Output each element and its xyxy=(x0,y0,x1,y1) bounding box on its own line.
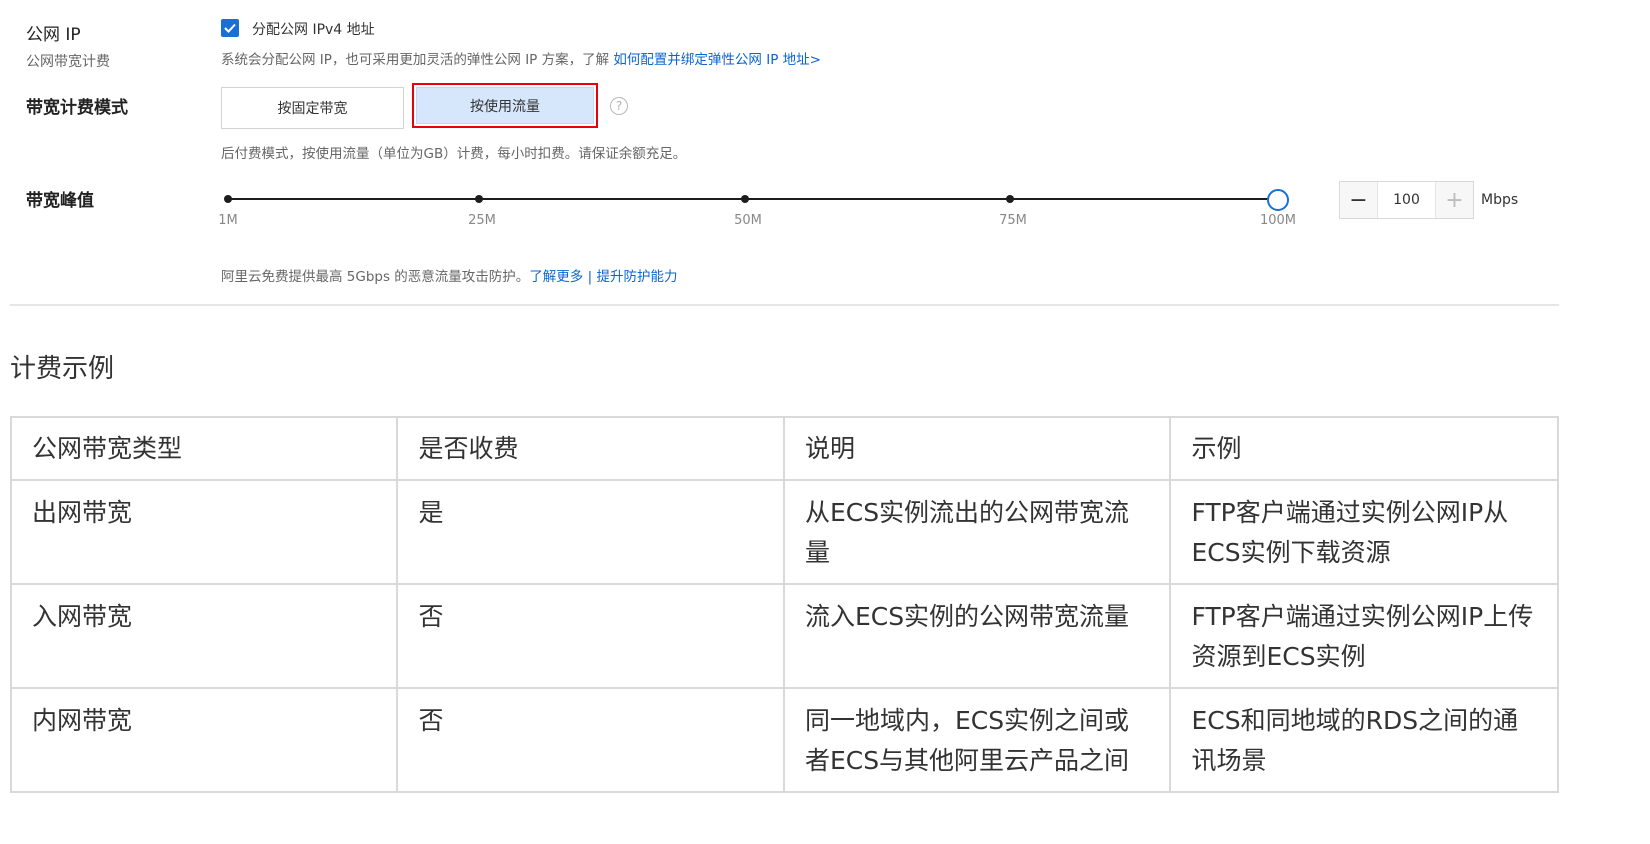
increment-button[interactable]: + xyxy=(1435,182,1473,218)
table-row: 出网带宽 是 从ECS实例流出的公网带宽流量 FTP客户端通过实例公网IP从EC… xyxy=(9,479,1559,585)
public-ip-label: 公网 IP xyxy=(26,25,81,45)
table-cell: FTP客户端通过实例公网IP从ECS实例下载资源 xyxy=(1169,479,1559,585)
bandwidth-stepper: − 100 + xyxy=(1339,181,1474,219)
slider-tick-1m xyxy=(224,195,232,203)
table-row: 内网带宽 否 同一地域内，ECS实例之间或者ECS与其他阿里云产品之间 ECS和… xyxy=(9,687,1559,793)
table-row: 入网带宽 否 流入ECS实例的公网带宽流量 FTP客户端通过实例公网IP上传资源… xyxy=(9,583,1559,689)
header-example: 示例 xyxy=(1169,416,1559,481)
tick-label-100m: 100M xyxy=(1259,213,1297,228)
slider-tick-25m xyxy=(475,195,483,203)
bandwidth-value-input[interactable]: 100 xyxy=(1378,182,1435,218)
upgrade-protection-link[interactable]: 提升防护能力 xyxy=(596,269,677,285)
ddos-protection-note: 阿里云免费提供最高 5Gbps 的恶意流量攻击防护。了解更多 | 提升防护能力 xyxy=(221,265,677,285)
tick-label-75m: 75M xyxy=(999,213,1027,228)
bandwidth-unit: Mbps xyxy=(1481,192,1519,208)
table-header-row: 公网带宽类型 是否收费 说明 示例 xyxy=(9,416,1559,481)
assign-ipv4-checkbox[interactable] xyxy=(221,19,239,37)
billing-example-table: 公网带宽类型 是否收费 说明 示例 出网带宽 是 从ECS实例流出的公网带宽流量… xyxy=(9,416,1559,793)
public-ip-sub-label: 公网带宽计费 xyxy=(26,54,110,70)
configure-eip-link[interactable]: 如何配置并绑定弹性公网 IP 地址> xyxy=(613,52,821,68)
table-cell: 内网带宽 xyxy=(9,687,399,793)
fixed-bandwidth-option[interactable]: 按固定带宽 xyxy=(221,87,404,129)
public-ip-description-text: 系统会分配公网 IP，也可采用更加灵活的弹性公网 IP 方案，了解 xyxy=(221,52,614,68)
assign-ipv4-label: 分配公网 IPv4 地址 xyxy=(252,22,375,38)
slider-tick-50m xyxy=(741,195,749,203)
billing-mode-description: 后付费模式，按使用流量（单位为GB）计费，每小时扣费。请保证余额充足。 xyxy=(221,146,687,162)
checkmark-icon xyxy=(224,23,236,33)
table-cell: 是 xyxy=(396,479,785,585)
link-separator: | xyxy=(587,269,593,285)
table-cell: 否 xyxy=(396,687,785,793)
tick-label-1m: 1M xyxy=(218,213,238,228)
billing-example-title: 计费示例 xyxy=(10,354,115,384)
header-bandwidth-type: 公网带宽类型 xyxy=(9,416,399,481)
public-ip-description: 系统会分配公网 IP，也可采用更加灵活的弹性公网 IP 方案，了解 如何配置并绑… xyxy=(221,48,821,68)
table-cell: 否 xyxy=(396,583,785,689)
header-charged: 是否收费 xyxy=(396,416,785,481)
billing-mode-label: 带宽计费模式 xyxy=(26,98,128,118)
tick-label-50m: 50M xyxy=(734,213,762,228)
protection-text: 阿里云免费提供最高 5Gbps 的恶意流量攻击防护。 xyxy=(221,269,530,285)
bandwidth-peak-label: 带宽峰值 xyxy=(26,191,94,211)
slider-tick-75m xyxy=(1006,195,1014,203)
learn-more-link[interactable]: 了解更多 xyxy=(529,269,583,285)
table-cell: 出网带宽 xyxy=(9,479,399,585)
question-circle-icon[interactable]: ? xyxy=(610,97,628,115)
table-cell: 入网带宽 xyxy=(9,583,399,689)
pay-by-traffic-option[interactable]: 按使用流量 xyxy=(416,87,594,124)
table-cell: 同一地域内，ECS实例之间或者ECS与其他阿里云产品之间 xyxy=(782,687,1172,793)
bandwidth-slider-track[interactable] xyxy=(228,198,1278,200)
bandwidth-slider-handle[interactable] xyxy=(1267,189,1289,211)
header-description: 说明 xyxy=(782,416,1172,481)
table-cell: 流入ECS实例的公网带宽流量 xyxy=(782,583,1172,689)
decrement-button[interactable]: − xyxy=(1340,182,1378,218)
table-cell: 从ECS实例流出的公网带宽流量 xyxy=(782,479,1172,585)
table-cell: ECS和同地域的RDS之间的通讯场景 xyxy=(1169,687,1559,793)
tick-label-25m: 25M xyxy=(468,213,496,228)
table-cell: FTP客户端通过实例公网IP上传资源到ECS实例 xyxy=(1169,583,1559,689)
section-divider xyxy=(10,304,1559,306)
